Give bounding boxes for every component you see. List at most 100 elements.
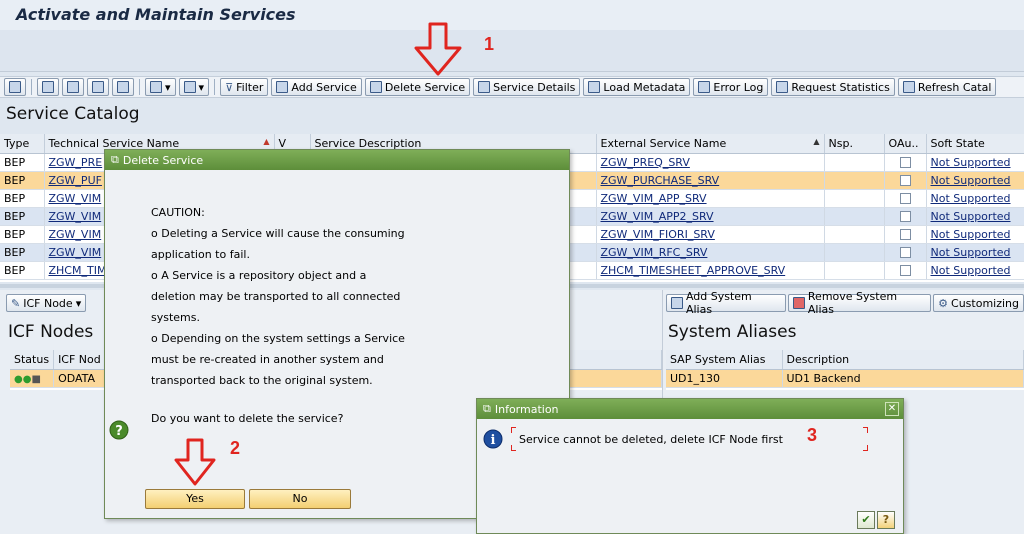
filter-button[interactable]: ⊽ Filter: [220, 78, 269, 96]
cell-status: ●●■: [10, 369, 55, 388]
layout-icon: [183, 81, 196, 93]
oauth-checkbox[interactable]: [899, 265, 911, 276]
caution-line: application to fail.: [151, 248, 250, 261]
binoculars-next-icon: [117, 81, 129, 93]
refresh-catalog-icon: [902, 81, 915, 93]
col-alias-description[interactable]: Description: [782, 350, 1024, 370]
delete-service-label: Delete Service: [384, 80, 466, 94]
cell-external-name[interactable]: ZGW_VIM_RFC_SRV: [596, 243, 825, 262]
cell-external-name[interactable]: ZGW_VIM_APP2_SRV: [596, 207, 825, 226]
find-next-button[interactable]: [112, 78, 134, 96]
yes-button[interactable]: Yes: [145, 489, 245, 509]
export-icon: [150, 81, 162, 93]
cell-external-name[interactable]: ZGW_PREQ_SRV: [596, 153, 825, 172]
delete-dialog-titlebar[interactable]: ⧉ Delete Service: [105, 150, 569, 170]
cell-type: BEP: [0, 243, 45, 262]
error-log-icon: [698, 81, 711, 93]
cell-soft-state[interactable]: Not Supported: [926, 189, 1024, 208]
col-soft-state[interactable]: Soft State: [926, 134, 1024, 154]
checkmark-icon: ✔: [861, 513, 871, 526]
add-system-alias-button[interactable]: Add System Alias: [666, 290, 786, 316]
information-dialog: ⧉ Information ✕ i Service cannot be dele…: [476, 398, 904, 534]
filter-icon: ⊽: [225, 80, 234, 94]
service-details-button[interactable]: Service Details: [473, 78, 581, 96]
close-icon[interactable]: ✕: [885, 402, 899, 416]
cell-soft-state[interactable]: Not Supported: [926, 261, 1024, 280]
request-statistics-label: Request Statistics: [791, 80, 890, 94]
add-service-button[interactable]: Add Service: [271, 78, 362, 96]
status-off-icon: ■: [31, 373, 41, 385]
load-icon: [588, 81, 601, 93]
cell-type: BEP: [0, 153, 45, 172]
service-catalog-title: Service Catalog: [6, 104, 140, 124]
svg-text:?: ?: [115, 424, 123, 439]
cell-external-name[interactable]: ZGW_PURCHASE_SRV: [596, 171, 825, 190]
trash-icon: [369, 81, 382, 93]
step-number-2: 2: [230, 438, 241, 458]
cell-namespace: [824, 171, 885, 190]
oauth-checkbox[interactable]: [899, 229, 911, 240]
aliases-header-row: SAP System Alias Description: [666, 350, 1024, 370]
help-button[interactable]: ?: [877, 511, 895, 529]
find-button[interactable]: [87, 78, 109, 96]
col-status[interactable]: Status: [10, 350, 55, 370]
cell-namespace: [824, 225, 885, 244]
window-icon: ⧉: [483, 402, 491, 415]
export-button[interactable]: ▾: [145, 78, 176, 96]
cell-soft-state[interactable]: Not Supported: [926, 171, 1024, 190]
details-icon: [478, 81, 491, 93]
col-external-service-name[interactable]: External Service Name ▲: [596, 134, 825, 154]
cell-external-name[interactable]: ZGW_VIM_APP_SRV: [596, 189, 825, 208]
load-metadata-button[interactable]: Load Metadata: [583, 78, 691, 96]
cell-oauth: [884, 153, 927, 172]
refresh-catalog-button[interactable]: Refresh Catal: [897, 78, 997, 96]
step-number-3: 3: [807, 425, 818, 445]
sort-icon: [67, 81, 79, 93]
sort-button[interactable]: [62, 78, 84, 96]
col-external-service-name-label: External Service Name: [600, 136, 727, 150]
info-dialog-titlebar[interactable]: ⧉ Information ✕: [477, 399, 903, 419]
icf-node-button[interactable]: ✎ ICF Node ▾: [6, 294, 87, 312]
load-metadata-label: Load Metadata: [603, 80, 686, 94]
cell-oauth: [884, 243, 927, 262]
toolbar-separator: [31, 79, 32, 95]
col-type[interactable]: Type: [0, 134, 45, 154]
customizing-button[interactable]: ⚙ Customizing: [933, 294, 1024, 312]
customizing-icon: ⚙: [938, 296, 949, 310]
oauth-checkbox[interactable]: [899, 211, 911, 222]
question-icon: ?: [109, 420, 129, 440]
cell-soft-state[interactable]: Not Supported: [926, 153, 1024, 172]
cell-soft-state[interactable]: Not Supported: [926, 207, 1024, 226]
cell-namespace: [824, 243, 885, 262]
help-icon: ?: [882, 513, 890, 526]
table-row[interactable]: UD1_130 UD1 Backend: [666, 369, 1024, 388]
app-title-bar: Activate and Maintain Services: [0, 0, 1024, 30]
layout-button[interactable]: ▾: [178, 78, 210, 96]
col-oauth[interactable]: OAu..: [884, 134, 927, 154]
cell-oauth: [884, 207, 927, 226]
delete-service-button[interactable]: Delete Service: [364, 78, 471, 96]
request-statistics-button[interactable]: Request Statistics: [771, 78, 895, 96]
refresh-icon-button[interactable]: [4, 78, 26, 96]
remove-system-alias-button[interactable]: Remove System Alias: [787, 290, 932, 316]
oauth-checkbox[interactable]: [899, 175, 911, 186]
error-log-button[interactable]: Error Log: [693, 78, 769, 96]
cell-external-name[interactable]: ZGW_VIM_FIORI_SRV: [596, 225, 825, 244]
cell-external-name[interactable]: ZHCM_TIMESHEET_APPROVE_SRV: [596, 261, 825, 280]
confirm-check-button[interactable]: ✔: [857, 511, 875, 529]
arrow-down-icon-step2: [174, 438, 216, 486]
icf-node-label: ICF Node: [23, 296, 73, 310]
no-button[interactable]: No: [249, 489, 351, 509]
oauth-checkbox[interactable]: [899, 247, 911, 258]
oauth-checkbox[interactable]: [899, 157, 911, 168]
cell-soft-state[interactable]: Not Supported: [926, 225, 1024, 244]
cell-soft-state[interactable]: Not Supported: [926, 243, 1024, 262]
col-sap-system-alias[interactable]: SAP System Alias: [666, 350, 783, 370]
add-system-alias-label: Add System Alias: [685, 290, 752, 316]
oauth-checkbox[interactable]: [899, 193, 911, 204]
print-button[interactable]: [37, 78, 59, 96]
cell-namespace: [824, 261, 885, 280]
system-aliases-title: System Aliases: [668, 322, 797, 342]
delete-question: Do you want to delete the service?: [151, 412, 344, 425]
col-namespace[interactable]: Nsp.: [824, 134, 885, 154]
